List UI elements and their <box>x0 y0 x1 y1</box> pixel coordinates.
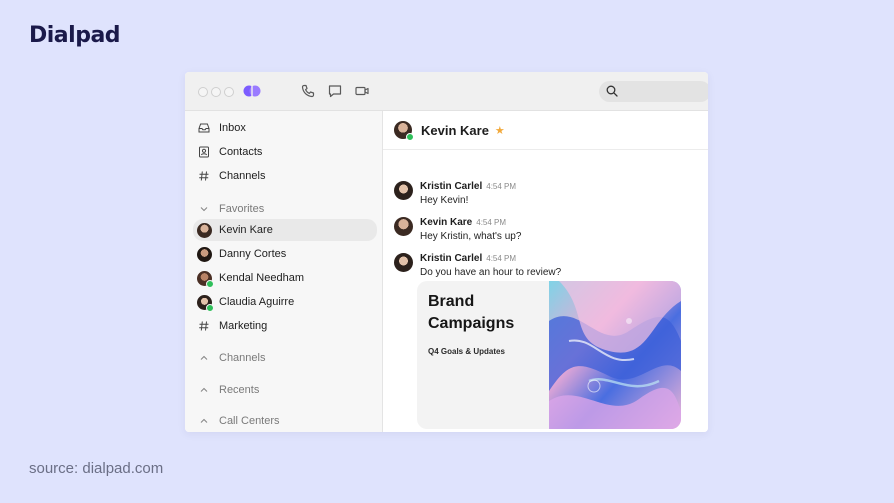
sidebar-item-marketing[interactable]: Marketing <box>193 315 377 337</box>
avatar <box>196 294 214 312</box>
avatar <box>196 222 212 238</box>
conversation-pane: Kevin Kare ★ Kristin Carlel 4:54 PM Hey K… <box>383 111 708 432</box>
section-label: Recents <box>219 384 260 396</box>
section-label: Call Centers <box>219 415 280 427</box>
avatar <box>196 270 214 288</box>
sidebar-item-label: Kevin Kare <box>219 224 273 236</box>
sidebar-item-inbox[interactable]: Inbox <box>193 117 377 139</box>
online-status-dot <box>406 133 414 141</box>
source-caption: source: dialpad.com <box>29 460 164 477</box>
app-window: Inbox Contacts Channels Favorites Kevin … <box>185 72 708 432</box>
hash-icon <box>199 171 209 181</box>
message-author: Kristin Carlel <box>420 253 483 264</box>
message-text: Hey Kevin! <box>420 195 469 206</box>
sidebar-item-label: Kendal Needham <box>219 272 305 284</box>
avatar <box>394 217 413 236</box>
sidebar-item-claudia-aguirre[interactable]: Claudia Aguirre <box>193 291 377 313</box>
sidebar: Inbox Contacts Channels Favorites Kevin … <box>185 111 383 432</box>
window-close-button[interactable] <box>198 87 208 97</box>
phone-icon[interactable] <box>300 83 316 99</box>
sidebar-item-label: Channels <box>219 170 266 182</box>
attachment-card[interactable]: Brand Campaigns Q4 Goals & Updates <box>417 281 681 429</box>
section-label: Channels <box>219 352 266 364</box>
section-label: Favorites <box>219 203 265 215</box>
dialpad-logo: Dialpad <box>29 23 121 48</box>
sidebar-item-kendal-needham[interactable]: Kendal Needham <box>193 267 377 289</box>
conversation-header: Kevin Kare ★ <box>383 111 708 150</box>
card-title: Brand Campaigns <box>428 293 515 332</box>
message-time: 4:54 PM <box>476 218 507 227</box>
message-author: Kristin Carlel <box>420 181 483 192</box>
chevron-up-icon <box>200 355 208 360</box>
chevron-down-icon <box>200 207 208 212</box>
search-icon <box>606 85 618 97</box>
sidebar-item-label: Claudia Aguirre <box>219 296 295 308</box>
section-channels[interactable]: Channels <box>193 349 377 367</box>
conversation-title[interactable]: Kevin Kare <box>421 123 489 138</box>
abstract-marble-image <box>549 281 681 429</box>
sidebar-item-label: Marketing <box>219 320 268 332</box>
avatar[interactable] <box>394 121 414 141</box>
avatar <box>196 246 212 262</box>
sidebar-item-label: Danny Cortes <box>219 248 287 260</box>
window-minimize-button[interactable] <box>211 87 221 97</box>
dialpad-logo-icon <box>243 84 261 98</box>
video-icon[interactable] <box>354 83 370 99</box>
sidebar-item-label: Inbox <box>219 122 246 134</box>
window-maximize-button[interactable] <box>224 87 234 97</box>
contacts-icon <box>199 146 209 158</box>
title-bar <box>185 72 708 111</box>
message-author: Kevin Kare <box>420 217 473 228</box>
section-favorites[interactable]: Favorites <box>193 200 377 218</box>
sidebar-item-danny-cortes[interactable]: Danny Cortes <box>193 243 377 265</box>
sidebar-item-kevin-kare[interactable]: Kevin Kare <box>193 219 377 241</box>
hash-icon <box>199 321 209 331</box>
chevron-up-icon <box>200 387 208 392</box>
online-status-dot <box>205 303 214 312</box>
inbox-icon <box>198 123 210 133</box>
sidebar-item-channels[interactable]: Channels <box>193 165 377 187</box>
message-text: Do you have an hour to review? <box>420 267 562 278</box>
sidebar-item-label: Contacts <box>219 146 263 158</box>
sidebar-item-contacts[interactable]: Contacts <box>193 141 377 163</box>
section-call-centers[interactable]: Call Centers <box>193 412 377 430</box>
message-time: 4:54 PM <box>486 254 517 263</box>
avatar <box>394 253 413 272</box>
message-time: 4:54 PM <box>486 182 517 191</box>
message-text: Hey Kristin, what's up? <box>420 231 522 242</box>
section-recents[interactable]: Recents <box>193 381 377 399</box>
avatar <box>394 181 413 200</box>
online-status-dot <box>205 279 214 288</box>
card-subtitle: Q4 Goals & Updates <box>428 347 505 356</box>
search-bar[interactable] <box>599 81 708 102</box>
chevron-up-icon <box>200 418 208 423</box>
star-icon[interactable]: ★ <box>495 124 505 137</box>
chat-icon[interactable] <box>327 83 343 99</box>
